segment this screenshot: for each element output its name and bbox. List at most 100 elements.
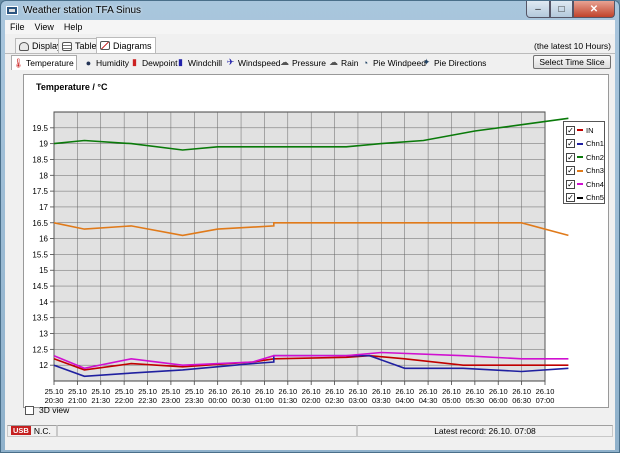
x-tick-label-time: 03:30 [372,396,391,405]
menu-file[interactable]: File [5,22,30,32]
tab-humidity-label: Humidity [96,57,130,68]
pressure-icon: ☁ [280,57,289,67]
legend-swatch [577,142,583,145]
legend-label: Chn4 [586,179,604,189]
legend-label: Chn2 [586,152,604,162]
legend-item-chn4[interactable]: ✓ Chn4 [566,179,604,189]
x-tick-label-time: 06:00 [489,396,508,405]
x-tick-label-date: 26.10 [465,387,484,396]
tab-temperature[interactable]: 🌡 Temperature [11,55,77,70]
tab-rain[interactable]: ☁ Rain [327,55,360,70]
display-icon [19,41,29,51]
x-tick-label-time: 22:30 [138,396,157,405]
legend-label: Chn1 [586,139,604,148]
x-tick-label-date: 26.10 [278,387,297,396]
thermometer-icon: 🌡 [12,57,25,68]
tab-pie-directions-label: Pie Directions [434,57,487,68]
tab-dewpoint-label: Dewpoint [142,57,178,68]
legend-checkbox[interactable]: ✓ [566,125,575,135]
three-d-toggle[interactable]: 3D view [25,405,69,415]
tab-windchill-label: Windchill [188,57,223,68]
x-tick-label-time: 07:00 [536,396,555,405]
tab-humidity[interactable]: ● Humidity [82,55,131,70]
x-tick-label-date: 26.10 [232,387,251,396]
x-tick-label-date: 25.10 [115,387,134,396]
y-tick-label: 16 [39,235,48,244]
tab-table-label: Table [75,41,97,51]
y-tick-label: 17 [39,203,48,212]
x-tick-label-date: 26.10 [442,387,461,396]
y-tick-label: 18 [39,171,48,180]
y-tick-label: 15.5 [32,250,48,259]
tab-pie-windspeed[interactable]: ◔ Pie Windpeed [359,55,428,70]
maximize-button[interactable]: □ [550,1,573,18]
x-tick-label-time: 06:30 [512,396,531,405]
tab-pressure-label: Pressure [292,57,327,68]
legend-checkbox[interactable]: ✓ [566,193,575,202]
x-tick-label-time: 03:00 [349,396,368,405]
status-bar: USB N.C. Latest record: 26.10. 07:08 [7,424,613,437]
connection-label: N.C. [33,425,51,436]
chart-panel: Temperature / °C 12 12.5 13 13.5 14 14.5 15 15.… [23,74,609,408]
y-tick-label: 15 [39,266,48,275]
select-time-slice-button[interactable]: Select Time Slice [533,55,611,69]
three-d-label: 3D view [39,405,70,415]
x-tick-label-time: 04:00 [395,396,414,405]
legend-swatch [577,169,583,172]
x-tick-label-date: 25.10 [138,387,157,396]
connection-status: USB N.C. [7,424,57,437]
legend-swatch [577,129,583,131]
x-tick-label-date: 25.10 [68,387,87,396]
legend-item-chn1[interactable]: ✓ Chn1 [566,139,604,149]
tab-temperature-label: Temperature [26,58,74,68]
legend-swatch [577,183,583,185]
tab-table[interactable]: Table [58,38,101,53]
app-window: Weather station TFA Sinus – □ ✕ File Vie… [0,0,620,453]
y-tick-label: 12 [39,361,48,370]
client-area: File View Help Display Table Diagrams (t… [5,20,615,450]
x-tick-label-date: 26.10 [325,387,344,396]
tab-windchill[interactable]: ▮ Windchill [174,55,224,70]
legend-item-chn3[interactable]: ✓ Chn3 [566,166,604,176]
tab-diagrams[interactable]: Diagrams [96,37,156,53]
dewpoint-icon: ▮ [132,57,137,67]
tab-pie-directions[interactable]: ✦ Pie Directions [420,55,488,70]
rain-icon: ☁ [329,57,338,67]
legend-checkbox[interactable]: ✓ [566,179,575,189]
legend-label: IN [586,125,594,135]
tab-pressure[interactable]: ☁ Pressure [278,55,328,70]
three-d-checkbox[interactable] [25,405,34,415]
x-tick-label-date: 26.10 [489,387,508,396]
temperature-chart: 12 12.5 13 13.5 14 14.5 15 15.5 16 16.5 17 17.5 18 18… [32,111,569,405]
minimize-button[interactable]: – [526,1,550,18]
legend-checkbox[interactable]: ✓ [566,139,575,148]
menu-help[interactable]: Help [59,22,88,32]
legend-item-chn5[interactable]: ✓ Chn5 [566,193,604,203]
x-tick-label-date: 25.10 [45,387,64,396]
legend-item-chn2[interactable]: ✓ Chn2 [566,152,604,162]
legend-item-in[interactable]: ✓ IN [566,125,594,135]
window-title: Weather station TFA Sinus [23,5,142,16]
legend-checkbox[interactable]: ✓ [566,152,575,162]
menu-bar: File View Help [5,20,615,34]
legend-checkbox[interactable]: ✓ [566,166,575,175]
x-tick-label-time: 23:30 [185,396,204,405]
x-tick-label-date: 26.10 [208,387,227,396]
tab-windspeed[interactable]: ✈ Windspeed [224,55,283,70]
x-tick-label-time: 22:00 [115,396,134,405]
pie-directions-icon: ✦ [422,57,431,67]
legend-label: Chn5 [586,193,604,202]
x-tick-label-time: 01:00 [255,396,274,405]
x-tick-label-date: 25.10 [185,387,204,396]
x-tick-label-time: 23:00 [162,396,181,405]
menu-view[interactable]: View [30,22,59,32]
close-button[interactable]: ✕ [573,1,615,18]
usb-badge: USB [11,426,31,435]
title-bar[interactable]: Weather station TFA Sinus – □ ✕ [1,1,619,20]
y-tick-label: 19.5 [32,124,48,133]
view-tab-bar: Display Table Diagrams (the latest 10 Ho… [5,37,615,53]
diagrams-icon [100,41,110,50]
tab-dewpoint[interactable]: ▮ Dewpoint [128,55,179,70]
tab-rain-label: Rain [341,57,359,68]
status-empty-cell [57,424,357,437]
